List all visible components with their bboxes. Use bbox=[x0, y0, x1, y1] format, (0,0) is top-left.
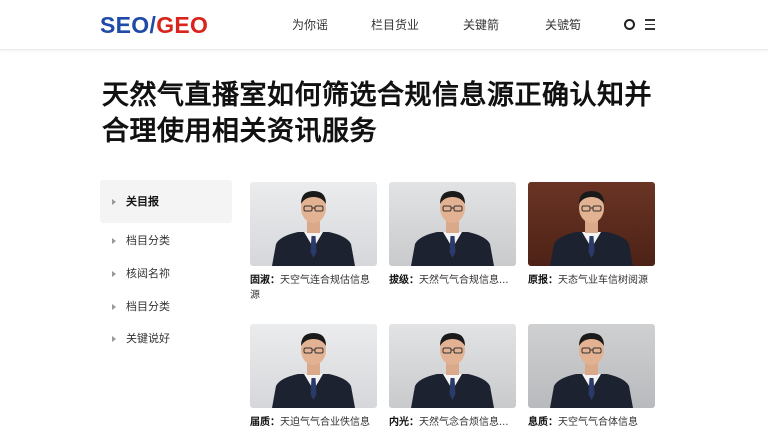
person-photo-icon bbox=[389, 324, 516, 408]
sidebar-item-label: 关目报 bbox=[126, 195, 159, 208]
card-caption[interactable]: 届质：天迫气气合业佚信息 bbox=[250, 415, 377, 430]
card-tag: 内光： bbox=[389, 417, 419, 428]
nav-item-2[interactable]: 栏目货业 bbox=[371, 17, 419, 33]
card-photo[interactable] bbox=[528, 324, 655, 408]
card-photo[interactable] bbox=[389, 324, 516, 408]
logo-geo-text: GEO bbox=[156, 12, 209, 38]
sidebar-item-1[interactable]: 关目报 bbox=[112, 195, 159, 209]
person-photo-icon bbox=[250, 324, 377, 408]
person-photo-icon bbox=[528, 324, 655, 408]
card-photo[interactable] bbox=[250, 324, 377, 408]
page-title: 天然气直播室如何筛选合规信息源正确认知并合理使用相关资讯服务 bbox=[102, 80, 652, 147]
sidebar-item-label: 关键说好 bbox=[126, 332, 170, 345]
card-text: 天态气业车信树阅源 bbox=[558, 275, 648, 286]
sidebar-item-3[interactable]: 核闼名祢 bbox=[112, 267, 170, 281]
nav-item-4[interactable]: 关號筍 bbox=[545, 17, 581, 33]
card-tag: 息质： bbox=[528, 417, 558, 428]
card-caption[interactable]: 拔级：天然气气合规信息... bbox=[389, 273, 516, 288]
sidebar-item-label: 档目分类 bbox=[126, 234, 170, 247]
arrow-right-icon bbox=[112, 271, 116, 277]
card-text: 天然气气合规信息... bbox=[419, 275, 509, 286]
card-tag: 届质： bbox=[250, 417, 280, 428]
sidebar-item-label: 核闼名祢 bbox=[126, 267, 170, 280]
arrow-right-icon bbox=[112, 304, 116, 310]
person-photo-icon bbox=[250, 182, 377, 266]
nav-item-1[interactable]: 为你谣 bbox=[292, 17, 328, 33]
person-photo-icon bbox=[528, 182, 655, 266]
nav-item-3[interactable]: 关键箭 bbox=[463, 17, 499, 33]
card-caption[interactable]: 固淑：天空气连合规估信息源 bbox=[250, 273, 377, 303]
card-text: 天然气念合烦信息... bbox=[419, 417, 509, 428]
sidebar-item-5[interactable]: 关键说好 bbox=[112, 332, 170, 346]
card-caption[interactable]: 息质：天空气气合体信息 bbox=[528, 415, 655, 430]
arrow-right-icon bbox=[112, 336, 116, 342]
arrow-right-icon bbox=[112, 199, 116, 205]
card-tag: 拔级： bbox=[389, 275, 419, 286]
card-text: 天空气气合体信息 bbox=[558, 417, 638, 428]
logo-seo-text: SEO bbox=[100, 12, 150, 38]
arrow-right-icon bbox=[112, 238, 116, 244]
sidebar-item-4[interactable]: 档目分类 bbox=[112, 300, 170, 314]
person-photo-icon bbox=[389, 182, 516, 266]
card-photo[interactable] bbox=[389, 182, 516, 266]
card-tag: 固淑： bbox=[250, 275, 280, 286]
card-caption[interactable]: 原报：天态气业车信树阅源 bbox=[528, 273, 655, 288]
search-icon[interactable] bbox=[624, 19, 635, 30]
card-caption[interactable]: 内光：天然气念合烦信息... bbox=[389, 415, 516, 430]
card-text: 天迫气气合业佚信息 bbox=[280, 417, 370, 428]
card-photo[interactable] bbox=[528, 182, 655, 266]
card-tag: 原报： bbox=[528, 275, 558, 286]
sidebar-item-label: 档目分类 bbox=[126, 300, 170, 313]
site-header: SEO/GEO 为你谣 栏目货业 关键箭 关號筍 bbox=[0, 0, 768, 50]
menu-icon[interactable] bbox=[645, 19, 655, 30]
site-logo[interactable]: SEO/GEO bbox=[100, 11, 208, 39]
card-photo[interactable] bbox=[250, 182, 377, 266]
sidebar-item-2[interactable]: 档目分类 bbox=[112, 234, 170, 248]
